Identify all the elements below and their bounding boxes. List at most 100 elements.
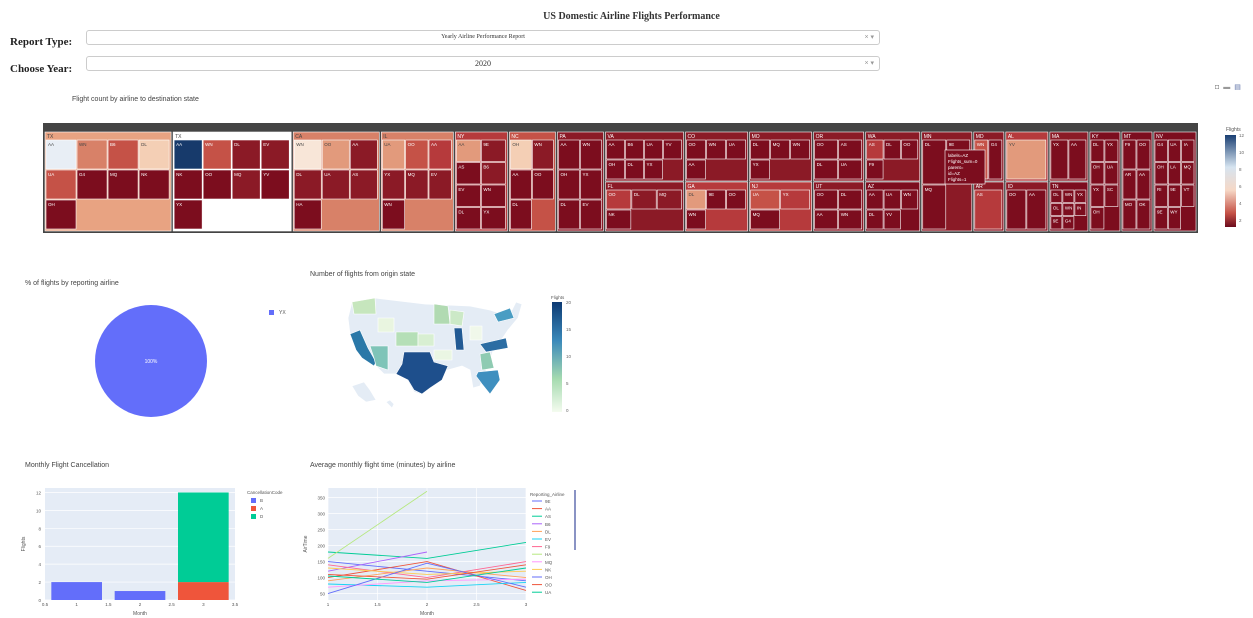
treemap-airline-label: NK <box>608 212 614 217</box>
treemap-colorbar-tick: 6 <box>1239 184 1242 189</box>
line-y-tick: 200 <box>317 544 325 549</box>
treemap-colorbar-tick: 4 <box>1239 201 1242 206</box>
map-state[interactable] <box>377 317 395 333</box>
bar-legend-swatch[interactable] <box>251 514 256 519</box>
treemap-airline-label: AA <box>1071 142 1077 147</box>
treemap-airline-label: MQ <box>110 172 118 177</box>
tooltip-line: Flights_sum=0 <box>948 159 978 164</box>
treemap-title: Flight count by airline to destination s… <box>72 96 199 103</box>
treemap-airline-label: OO <box>534 172 542 177</box>
treemap-airline-label: AA <box>560 142 566 147</box>
treemap-airline-label: 9E <box>709 192 715 197</box>
treemap-airline-label: UA <box>1107 165 1113 170</box>
map-state[interactable] <box>433 349 453 361</box>
map-state-wa[interactable] <box>351 297 377 315</box>
treemap-airline-label: F9 <box>869 162 875 167</box>
treemap-airline-label: YV <box>263 172 269 177</box>
treemap-colorbar-tick: 8 <box>1239 167 1242 172</box>
treemap-airline-label: OH <box>560 172 567 177</box>
bar-y-tick: 12 <box>36 490 42 495</box>
treemap-airline-label: OO <box>903 142 911 147</box>
bar-y-tick: 4 <box>38 562 41 567</box>
clear-dropdown-icon[interactable]: × ▾ <box>864 59 874 67</box>
treemap-airline-label: WN <box>977 142 985 147</box>
map-state[interactable] <box>449 309 465 327</box>
treemap-airline-label: UA <box>753 192 759 197</box>
treemap-airline-label: 9E <box>1053 219 1059 224</box>
bar-legend-swatch[interactable] <box>251 506 256 511</box>
treemap-airline-label: WN <box>903 192 911 197</box>
bar-d-month-3[interactable] <box>178 492 229 583</box>
treemap-airline-label: DL <box>234 142 240 147</box>
treemap-airline-label: YV <box>666 142 672 147</box>
bar-a-month-3[interactable] <box>178 582 229 600</box>
treemap-state-label: KY <box>1092 134 1099 140</box>
treemap-airline-label: UA <box>647 142 653 147</box>
map-state[interactable] <box>417 333 435 347</box>
treemap-airline-label: UA <box>886 192 892 197</box>
treemap-airline-label: YV <box>886 212 892 217</box>
treemap-airline-label: MO <box>1125 202 1133 207</box>
year-value: 2020 <box>475 59 491 68</box>
legend-scrollbar[interactable] <box>574 490 576 550</box>
treemap-airline-label: WN <box>1065 205 1073 210</box>
treemap-airline-label: DL <box>141 142 147 147</box>
year-dropdown[interactable]: 2020 × ▾ <box>86 56 880 71</box>
treemap-airline-label: YV <box>1009 142 1015 147</box>
treemap-state-label: MT <box>1124 134 1131 140</box>
bar-b-month-1[interactable] <box>51 582 102 600</box>
chart-icon[interactable]: ▤ <box>1234 84 1241 91</box>
treemap-airline-label: MQ <box>753 212 761 217</box>
treemap-colorbar-tick: 12 <box>1239 133 1245 138</box>
treemap-airline-label: NK <box>176 172 182 177</box>
clear-dropdown-icon[interactable]: × ▾ <box>864 33 874 41</box>
line-title: Average monthly flight time (minutes) by… <box>310 462 456 469</box>
tooltip-line: Flights=1 <box>948 177 967 182</box>
choropleth-map[interactable]: Flights20 15 10 5 0 <box>330 290 610 425</box>
treemap-airline-label: AA <box>458 142 464 147</box>
treemap-airline-label: AA <box>1029 192 1035 197</box>
treemap-airline-label: DL <box>628 162 634 167</box>
map-state-hi[interactable] <box>385 399 395 409</box>
bar-legend-swatch[interactable] <box>251 498 256 503</box>
pie-legend-swatch[interactable] <box>269 310 274 315</box>
map-state[interactable] <box>469 325 483 341</box>
treemap-airline-label: NK <box>141 172 147 177</box>
treemap-airline-label: UA <box>324 172 330 177</box>
treemap-airline-label: MQ <box>1184 165 1192 170</box>
map-state-mn[interactable] <box>433 303 451 325</box>
airtime-line-chart[interactable]: 50 100 150 200 250 300 350 1 1.5 2 2.5 3 Month AirTim… <box>298 478 588 618</box>
camera-icon[interactable]: ◘ <box>1215 84 1219 91</box>
tooltip-line: parent= <box>948 165 964 170</box>
line-legend-label: UA <box>545 590 551 595</box>
treemap-chart[interactable]: TX AA WN B6 DL UA G4 MQ NK OH TX AA WN DL EV NK OO MQ YV YX… <box>0 120 1253 240</box>
treemap-airline-label: OH <box>1157 165 1164 170</box>
pie-chart[interactable]: 100% YX <box>80 300 350 440</box>
report-type-dropdown[interactable]: Yearly Airline Performance Report × ▾ <box>86 30 880 45</box>
map-colorbar-tick: 20 <box>566 300 572 305</box>
map-colorbar <box>552 302 562 412</box>
map-state-ak[interactable] <box>351 381 377 403</box>
treemap-airline-label: MQ <box>234 172 242 177</box>
bar-x-tick: 2 <box>139 602 142 607</box>
treemap-airline-label: DL <box>296 172 302 177</box>
line-y-tick: 250 <box>317 528 325 533</box>
cancellation-bar-chart[interactable]: 0246810120.5 1 1.5 2 2.5 3 3.5MonthFlightsCanc… <box>15 478 295 618</box>
treemap-airline-label: UA <box>729 142 735 147</box>
treemap-state-label: TX <box>175 134 182 140</box>
treemap-airline-label: DL <box>634 192 640 197</box>
treemap-airline-label: OO <box>408 142 416 147</box>
treemap-airline-label: OK <box>1139 202 1146 207</box>
treemap-colorbar-tick: 10 <box>1239 150 1245 155</box>
map-state-co[interactable] <box>395 331 419 347</box>
bar-legend-label: B <box>260 498 263 503</box>
treemap-airline-label: YX <box>1077 192 1083 197</box>
bar-b-month-2[interactable] <box>114 591 166 600</box>
map-state-il[interactable] <box>453 327 465 351</box>
line-legend-label: AS <box>545 514 551 519</box>
treemap-airline-label: EV <box>263 142 269 147</box>
treemap-airline-label: OL <box>1053 205 1060 210</box>
bar-legend-label: A <box>260 506 263 511</box>
treemap-airline-label: UA <box>48 172 54 177</box>
zoom-icon[interactable]: ▬ <box>1223 84 1230 91</box>
